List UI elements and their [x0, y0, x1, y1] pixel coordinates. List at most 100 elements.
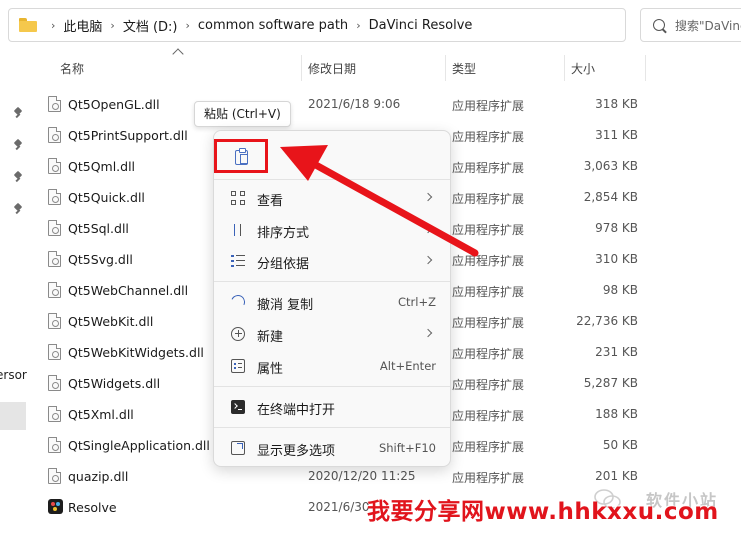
column-divider[interactable] [445, 55, 446, 81]
paste-button[interactable] [214, 139, 268, 173]
menu-item-show-more-options[interactable]: 显示更多选项 Shift+F10 [218, 433, 448, 463]
file-size: 3,063 KB [583, 159, 638, 173]
dll-file-icon [48, 251, 61, 267]
menu-item-label: 在终端中打开 [257, 403, 336, 418]
properties-icon [231, 359, 245, 373]
file-name: Qt5Qml.dll [68, 159, 136, 174]
dll-file-icon [48, 313, 61, 329]
more-options-icon [231, 441, 245, 455]
file-name: Qt5WebKitWidgets.dll [68, 345, 204, 360]
chevron-right-icon: › [110, 18, 115, 32]
column-divider[interactable] [645, 55, 646, 81]
file-date: 2021/6/30 [308, 500, 370, 514]
undo-icon [229, 293, 247, 311]
dll-file-icon [48, 189, 61, 205]
folder-icon [19, 18, 37, 32]
file-type: 应用程序扩展 [452, 99, 525, 113]
dll-file-icon [48, 468, 61, 484]
menu-item-label: 新建 [257, 330, 284, 345]
file-type: 应用程序扩展 [452, 316, 525, 330]
file-size: 978 KB [595, 221, 638, 235]
search-icon [653, 19, 665, 31]
dll-file-icon [48, 96, 61, 112]
file-size: 188 KB [595, 407, 638, 421]
file-type: 应用程序扩展 [452, 347, 525, 361]
breadcrumb-drive[interactable]: 文档 (D:) [123, 16, 178, 35]
arrow-head [280, 145, 328, 181]
file-type: 应用程序扩展 [452, 378, 525, 392]
file-name: Qt5Quick.dll [68, 190, 145, 205]
table-row[interactable]: Qt5OpenGL.dll 2021/6/18 9:06 应用程序扩展 318 … [0, 89, 741, 120]
file-name: Qt5Sql.dll [68, 221, 129, 236]
new-icon [231, 327, 245, 341]
menu-divider [214, 427, 450, 428]
terminal-icon [231, 400, 245, 414]
file-type: 应用程序扩展 [452, 285, 525, 299]
file-name: Resolve [68, 500, 117, 515]
menu-item-properties[interactable]: 属性 Alt+Enter [218, 351, 448, 381]
annotation-arrow [280, 145, 479, 257]
sort-ascending-icon [172, 48, 184, 60]
paste-tooltip: 粘贴 (Ctrl+V) [194, 101, 291, 127]
file-size: 50 KB [602, 438, 638, 452]
dll-file-icon [48, 158, 61, 174]
file-size: 318 KB [595, 97, 638, 111]
file-size: 22,736 KB [576, 314, 638, 328]
column-header-date[interactable]: 修改日期 [308, 60, 356, 77]
menu-item-label: 撤消 复制 [257, 298, 314, 313]
file-name: Qt5Widgets.dll [68, 376, 161, 391]
file-size: 310 KB [595, 252, 638, 266]
search-box[interactable]: 搜索"DaVinci Resolve" [640, 8, 741, 42]
column-header-name[interactable]: 名称 [60, 60, 84, 77]
menu-item-undo-copy[interactable]: 撤消 复制 Ctrl+Z [218, 287, 448, 317]
file-size: 311 KB [595, 128, 638, 142]
file-name: Qt5PrintSupport.dll [68, 128, 188, 143]
file-name: quazip.dll [68, 469, 129, 484]
file-size: 231 KB [595, 345, 638, 359]
menu-item-label: 显示更多选项 [257, 444, 336, 459]
dll-file-icon [48, 220, 61, 236]
column-header-type[interactable]: 类型 [452, 60, 476, 77]
file-date: 2020/12/20 11:25 [308, 469, 416, 483]
file-type: 应用程序扩展 [452, 471, 525, 485]
breadcrumb-folder-parent[interactable]: common software path [198, 18, 348, 33]
file-type: 应用程序扩展 [452, 409, 525, 423]
menu-item-new[interactable]: 新建 [218, 319, 448, 349]
menu-item-shortcut: Shift+F10 [378, 441, 436, 455]
file-name: Qt5OpenGL.dll [68, 97, 160, 112]
dll-file-icon [48, 437, 61, 453]
file-size: 2,854 KB [583, 190, 638, 204]
file-name: Qt5WebChannel.dll [68, 283, 189, 298]
group-by-icon [231, 254, 245, 268]
dll-file-icon [48, 406, 61, 422]
dll-file-icon [48, 282, 61, 298]
menu-item-label: 属性 [257, 362, 284, 377]
file-size: 5,287 KB [583, 376, 638, 390]
watermark-site: 我要分享网www.hhkxxu.com [367, 499, 719, 525]
paste-icon [235, 148, 248, 165]
search-placeholder: 搜索"DaVinci Resolve" [675, 18, 741, 33]
breadcrumb-this-pc[interactable]: 此电脑 [63, 16, 102, 35]
file-type: 应用程序扩展 [452, 440, 525, 454]
view-grid-icon [231, 191, 245, 205]
menu-item-shortcut: Alt+Enter [379, 359, 436, 373]
column-divider[interactable] [301, 55, 302, 81]
dll-file-icon [48, 375, 61, 391]
chevron-right-icon: › [356, 18, 361, 32]
file-name: QtSingleApplication.dll [68, 438, 210, 453]
address-bar[interactable]: › 此电脑 › 文档 (D:) › common software path ›… [8, 8, 626, 42]
chevron-right-icon [423, 328, 433, 338]
menu-item-open-in-terminal[interactable]: 在终端中打开 [218, 392, 448, 422]
menu-divider [214, 281, 450, 282]
chevron-right-icon: › [51, 18, 56, 32]
column-divider[interactable] [564, 55, 565, 81]
resolve-app-icon [48, 499, 63, 514]
menu-divider [214, 386, 450, 387]
column-header-size[interactable]: 大小 [571, 60, 595, 77]
dll-file-icon [48, 127, 61, 143]
breadcrumb-folder-current[interactable]: DaVinci Resolve [369, 18, 473, 33]
arrow-shaft [301, 155, 479, 257]
file-name: Qt5Xml.dll [68, 407, 134, 422]
file-date: 2021/6/18 9:06 [308, 97, 401, 111]
file-size: 201 KB [595, 469, 638, 483]
